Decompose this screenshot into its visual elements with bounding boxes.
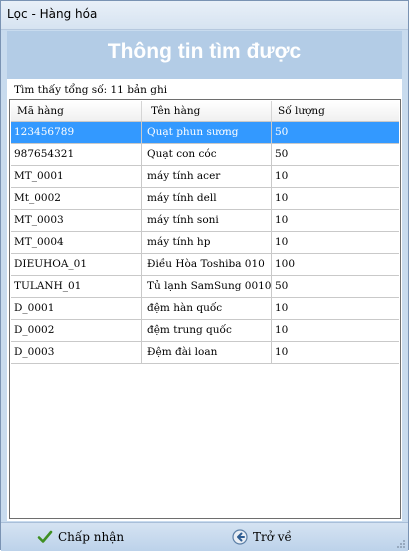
cell-code[interactable]: TULANH_01 bbox=[11, 276, 142, 297]
cell-quantity[interactable]: 10 bbox=[272, 166, 399, 187]
cell-code[interactable]: D_0003 bbox=[11, 342, 142, 363]
cell-quantity[interactable]: 10 bbox=[272, 210, 399, 231]
table-row[interactable]: MT_0004 máy tính hp 10 bbox=[11, 232, 399, 254]
cell-name[interactable]: Điều Hòa Toshiba 010 bbox=[142, 254, 272, 275]
cell-code[interactable]: Mt_0002 bbox=[11, 188, 142, 209]
cell-code[interactable]: MT_0001 bbox=[11, 166, 142, 187]
back-arrow-icon bbox=[232, 529, 248, 545]
cell-name[interactable]: máy tính soni bbox=[142, 210, 272, 231]
cell-code[interactable]: D_0002 bbox=[11, 320, 142, 341]
accept-button[interactable]: Chấp nhận bbox=[37, 527, 124, 547]
filter-window: Lọc - Hàng hóa Thông tin tìm được Tìm th… bbox=[0, 0, 409, 551]
cell-code[interactable]: 987654321 bbox=[11, 144, 142, 165]
results-grid[interactable]: Mã hàng Tên hàng Số lượng 123456789 Quạt … bbox=[9, 99, 401, 519]
column-header-code[interactable]: Mã hàng bbox=[11, 101, 142, 121]
cell-name[interactable]: Đệm đài loan bbox=[142, 342, 272, 363]
back-button[interactable]: Trở về bbox=[232, 527, 292, 547]
result-count: Tìm thấy tổng số: 11 bản ghi bbox=[14, 84, 168, 96]
table-row[interactable]: TULANH_01 Tủ lạnh SamSung 0010 50 bbox=[11, 276, 399, 298]
cell-code[interactable]: MT_0003 bbox=[11, 210, 142, 231]
table-row[interactable]: MT_0003 máy tính soni 10 bbox=[11, 210, 399, 232]
cell-quantity[interactable]: 10 bbox=[272, 298, 399, 319]
cell-name[interactable]: máy tính hp bbox=[142, 232, 272, 253]
cell-name[interactable]: máy tính acer bbox=[142, 166, 272, 187]
cell-name[interactable]: đệm hàn quốc bbox=[142, 298, 272, 319]
resize-grip-icon[interactable] bbox=[396, 539, 406, 549]
grid-header: Mã hàng Tên hàng Số lượng bbox=[11, 101, 399, 122]
cell-quantity[interactable]: 50 bbox=[272, 122, 399, 143]
accept-label: Chấp nhận bbox=[58, 530, 125, 544]
cell-name[interactable]: máy tính dell bbox=[142, 188, 272, 209]
cell-name[interactable]: đệm trung quốc bbox=[142, 320, 272, 341]
cell-code[interactable]: 123456789 bbox=[11, 122, 142, 143]
checkmark-icon bbox=[37, 529, 53, 545]
table-row[interactable]: 987654321 Quạt con cóc 50 bbox=[11, 144, 399, 166]
cell-name[interactable]: Tủ lạnh SamSung 0010 bbox=[142, 276, 272, 297]
cell-quantity[interactable]: 10 bbox=[272, 342, 399, 363]
cell-code[interactable]: MT_0004 bbox=[11, 232, 142, 253]
cell-quantity[interactable]: 50 bbox=[272, 276, 399, 297]
cell-quantity[interactable]: 10 bbox=[272, 232, 399, 253]
table-row[interactable]: D_0002 đệm trung quốc 10 bbox=[11, 320, 399, 342]
cell-quantity[interactable]: 10 bbox=[272, 320, 399, 341]
header-panel: Thông tin tìm được bbox=[7, 31, 402, 79]
window-title: Lọc - Hàng hóa bbox=[7, 7, 98, 21]
cell-quantity[interactable]: 100 bbox=[272, 254, 399, 275]
table-row[interactable]: Mt_0002 máy tính dell 10 bbox=[11, 188, 399, 210]
column-header-quantity[interactable]: Số lượng bbox=[272, 101, 399, 121]
footer-bar: Chấp nhận Trở về bbox=[1, 522, 408, 551]
title-bar[interactable]: Lọc - Hàng hóa bbox=[1, 1, 408, 30]
table-row[interactable]: D_0003 Đệm đài loan 10 bbox=[11, 342, 399, 364]
cell-quantity[interactable]: 50 bbox=[272, 144, 399, 165]
cell-code[interactable]: DIEUHOA_01 bbox=[11, 254, 142, 275]
back-label: Trở về bbox=[253, 530, 292, 544]
page-title: Thông tin tìm được bbox=[107, 40, 302, 63]
table-row[interactable]: DIEUHOA_01 Điều Hòa Toshiba 010 100 bbox=[11, 254, 399, 276]
cell-name[interactable]: Quạt phun sương bbox=[142, 122, 272, 143]
table-row[interactable]: MT_0001 máy tính acer 10 bbox=[11, 166, 399, 188]
cell-quantity[interactable]: 10 bbox=[272, 188, 399, 209]
cell-code[interactable]: D_0001 bbox=[11, 298, 142, 319]
cell-name[interactable]: Quạt con cóc bbox=[142, 144, 272, 165]
table-row[interactable]: D_0001 đệm hàn quốc 10 bbox=[11, 298, 399, 320]
column-header-name[interactable]: Tên hàng bbox=[142, 101, 272, 121]
grid-rows: 123456789 Quạt phun sương 50 987654321 Quạt … bbox=[11, 122, 399, 364]
table-row[interactable]: 123456789 Quạt phun sương 50 bbox=[11, 122, 399, 144]
